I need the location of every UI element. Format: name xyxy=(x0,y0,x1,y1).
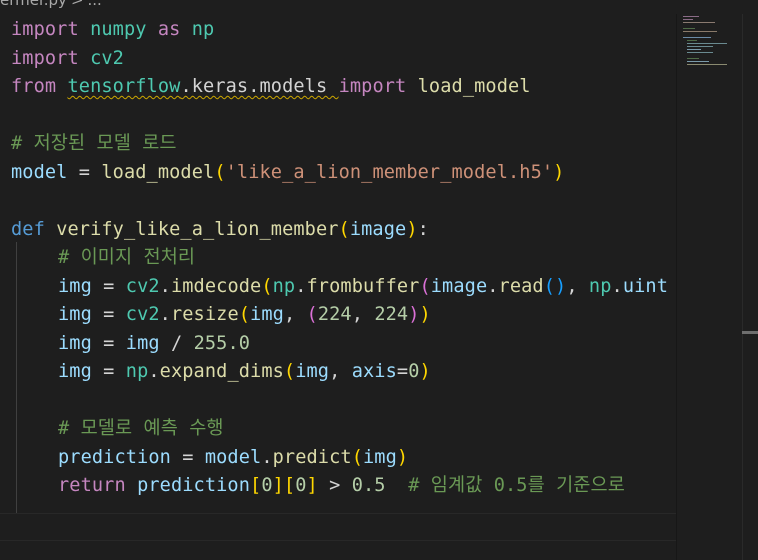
code-line-12: img = img / 255.0 xyxy=(58,332,251,354)
code-line-1: import numpy as np xyxy=(11,19,215,40)
minimap-line xyxy=(683,19,693,20)
breadcrumb-separator: > xyxy=(70,0,84,9)
code-line-17: return prediction[0][0] > 0.5 # 임계값 0.5를… xyxy=(58,475,625,496)
code-line-16: prediction = model.predict(img) xyxy=(58,446,409,468)
code-line-11: img = cv2.resize(img, (224, 224)) xyxy=(58,304,431,325)
minimap-line xyxy=(687,58,699,59)
code-line-10: img = cv2.imdecode(np.frombuffer(image.r… xyxy=(58,275,668,297)
code-editor[interactable]: import numpy as np import cv2 from tenso… xyxy=(0,16,676,560)
code-line-5: # 저장된 모델 로드 xyxy=(11,133,177,154)
minimap-line xyxy=(683,22,715,23)
code-line-3: from tensorflow.keras.models import load… xyxy=(11,76,531,97)
minimap-line xyxy=(687,43,727,44)
minimap[interactable] xyxy=(676,14,758,560)
minimap-line xyxy=(683,31,717,32)
minimap-line xyxy=(683,37,711,38)
code-line-15: # 모델로 예측 수행 xyxy=(58,418,224,439)
minimap-line xyxy=(687,64,727,65)
current-line-highlight xyxy=(0,513,676,541)
minimap-line xyxy=(687,49,701,50)
minimap-line xyxy=(687,61,709,62)
breadcrumb-ellipsis[interactable]: ... xyxy=(88,0,102,9)
minimap-line xyxy=(683,16,699,17)
minimap-line xyxy=(687,40,697,41)
code-line-9: # 이미지 전처리 xyxy=(58,247,196,268)
code-line-8: def verify_like_a_lion_member(image): xyxy=(11,218,429,240)
breadcrumb[interactable]: ermer.py >... xyxy=(0,0,102,9)
code-line-6: model = load_model('like_a_lion_member_m… xyxy=(11,161,565,183)
code-line-2: import cv2 xyxy=(11,47,124,69)
breadcrumb-file[interactable]: ermer.py xyxy=(0,0,67,9)
minimap-line xyxy=(687,52,713,53)
minimap-line xyxy=(683,28,695,29)
scrollbar-cursor-marker xyxy=(742,331,758,334)
vertical-scrollbar[interactable] xyxy=(742,14,743,560)
unresolved-import-warning[interactable]: tensorflow xyxy=(67,76,180,97)
code-line-13: img = np.expand_dims(img, axis=0) xyxy=(58,361,431,382)
indent-guide xyxy=(16,242,17,514)
minimap-line xyxy=(687,46,713,47)
